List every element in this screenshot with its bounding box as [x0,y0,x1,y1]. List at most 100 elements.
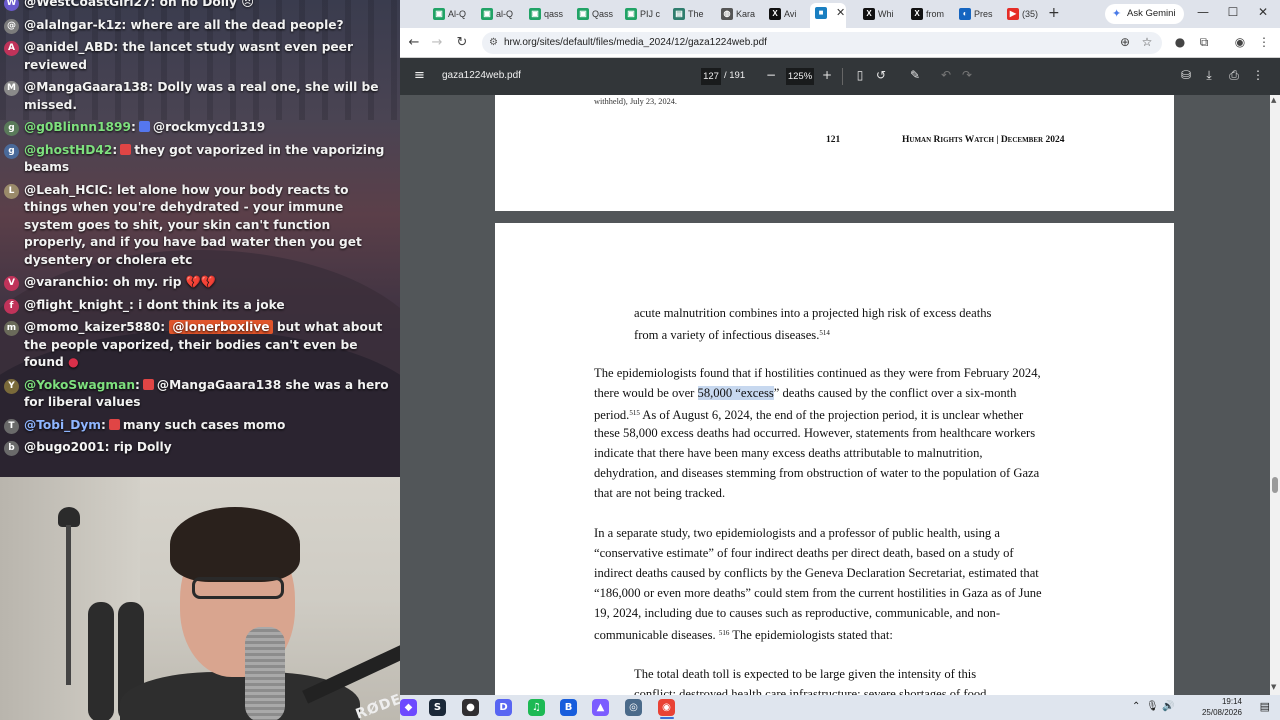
tab-label: Avi [784,9,797,19]
avatar: W [4,0,19,11]
scrollbar-thumb[interactable] [1272,477,1278,493]
browser-window: ▣ Al-Q ▣ al-Q ▣ qass ▣ Qass ▣ PIJ c ▤ The ◍ Kar… [400,0,1280,695]
annotate-pen-icon[interactable]: ✎ [906,68,924,82]
browser-tab[interactable]: ▣ qass [524,4,566,24]
sub-badge-icon [138,121,150,132]
tray-expand-icon[interactable]: ⌃ [1132,701,1140,712]
bitwarden-icon[interactable]: B [560,699,577,716]
pdf-page: acute malnutrition combines into a proje… [495,223,1174,695]
close-tab-icon[interactable]: ✕ [836,6,845,19]
sidebar-menu-icon[interactable]: ≡ [414,68,425,83]
avatar: L [4,183,19,199]
page-total: / 191 [724,70,746,81]
chat-username: @g0Blinnn1899 [24,120,131,134]
chat-message: g @ghostHD42: they got vaporized in the v… [0,140,400,180]
volume-icon[interactable]: 🔊 [1162,701,1174,712]
zoom-level-input[interactable]: 125% [786,68,814,85]
maximize-icon[interactable]: ☐ [1223,5,1243,19]
new-tab-plus-icon[interactable]: + [1048,5,1060,21]
browser-tab[interactable]: ▣ PIJ c [620,4,662,24]
footnote-ref[interactable]: 516 [719,629,730,637]
zoom-in-icon[interactable]: + [818,68,836,82]
tab-label: The [688,9,704,19]
zoom-out-icon[interactable]: − [762,68,780,82]
emote-icon: ● [68,355,79,369]
ask-gemini-button[interactable]: ✦ Ask Gemini [1105,4,1184,24]
redo-icon[interactable]: ↷ [958,68,976,82]
undo-icon[interactable]: ↶ [937,68,955,82]
browser-tab[interactable]: X Avi [764,4,806,24]
rotate-icon[interactable]: ↺ [872,68,890,82]
close-window-icon[interactable]: ✕ [1253,5,1273,19]
page-number-input[interactable]: 127 [701,68,721,85]
more-options-icon[interactable]: ⋮ [1249,68,1267,82]
back-arrow-icon[interactable]: ← [405,35,423,50]
text-span: communicable diseases. [594,628,716,642]
discord-icon[interactable]: D [495,699,512,716]
app2-icon[interactable]: ◎ [625,699,642,716]
mic-brand-label: RØDE [353,691,400,720]
download-icon[interactable]: ⤓ [1200,68,1218,83]
avatar: M [4,81,19,96]
browser-tab[interactable]: ▶ (35) [1002,4,1046,24]
avatar: f [4,298,19,314]
site-info-icon[interactable]: ⚙ [489,32,498,54]
scroll-down-arrow-icon[interactable]: ▼ [1271,683,1276,691]
guitar [88,602,114,720]
obs-icon[interactable]: ● [462,699,479,716]
tab-label: Al-Q [448,9,466,19]
system-tray: ⌃ 🎙 🔊 19:14 25/08/2026 ▤ [1132,695,1272,720]
tab-favicon-icon: ■ [815,7,827,19]
zoom-magnifier-icon[interactable]: ⊕ [1116,35,1134,49]
text-line: “conservative estimate” of four indirect… [594,546,1014,560]
chat-username: @anidel_ABD [24,40,114,54]
scrollbar[interactable]: ▲ ▼ [1270,95,1280,695]
gemini-star-icon: ✦ [1112,8,1122,20]
chat-message: W @WestCoastGirl27: on no Dolly 😞 [0,0,400,15]
chat-username: @flight_knight_ [24,297,129,312]
menu-dots-icon[interactable]: ⋮ [1255,35,1273,49]
text-span: period. [594,408,630,422]
forward-arrow-icon[interactable]: → [428,35,446,50]
footnote-ref[interactable]: 514 [819,329,830,337]
text-line: acute malnutrition combines into a proje… [634,306,992,320]
spotify-icon[interactable]: ♫ [528,699,545,716]
app-icon[interactable]: ▲ [592,699,609,716]
sub-badge-icon [142,378,154,390]
tab-favicon-icon: X [863,8,875,20]
browser-tab[interactable]: ▣ Qass [572,4,614,24]
ask-gemini-label: Ask Gemini [1127,8,1176,19]
chrome-icon[interactable]: ◉ [658,699,675,716]
taskbar: ◆ S ● D ♫ B ▲ ◎ ◉ ⌃ 🎙 🔊 19:14 25/08/2026 … [400,695,1280,720]
pdf-viewer[interactable]: withheld), July 23, 2024. 121 Human Righ… [400,95,1280,695]
clock[interactable]: 19:14 25/08/2026 [1192,696,1242,718]
browser-tab[interactable]: X Whi [858,4,900,24]
browser-tab[interactable]: Xfrom [906,4,950,24]
fit-page-icon[interactable]: ▯ [851,68,869,82]
drive-save-icon[interactable]: ⛁ [1177,68,1195,82]
active-app-indicator [660,717,674,719]
browser-tab[interactable]: ▣ Al-Q [428,4,470,24]
minimize-icon[interactable]: — [1193,5,1213,19]
chat-message: g @g0Blinnn1899: @rockmycd1319 [0,117,400,140]
extension-icon[interactable]: ● [1171,35,1189,49]
footnote-ref[interactable]: 515 [629,409,640,417]
browser-tab[interactable]: ▣ al-Q [476,4,518,24]
proton-icon[interactable]: ◆ [400,699,417,716]
microphone-icon[interactable]: 🎙 [1146,701,1159,712]
avatar: A [4,41,19,56]
steam-icon[interactable]: S [429,699,446,716]
scroll-up-arrow-icon[interactable]: ▲ [1271,96,1276,104]
extensions-puzzle-icon[interactable]: ⧉ [1195,35,1213,50]
print-icon[interactable]: ⎙ [1225,68,1243,83]
reload-icon[interactable]: ↻ [453,35,471,50]
browser-tab[interactable]: ◐ Pres [954,4,998,24]
browser-tab[interactable]: ▤ The [668,4,710,24]
profile-avatar-icon[interactable]: ◉ [1231,35,1249,49]
bookmark-star-icon[interactable]: ☆ [1138,35,1156,49]
block-quote: acute malnutrition combines into a proje… [634,303,991,343]
url-field[interactable]: ⚙ hrw.org/sites/default/files/media_2024/… [482,32,1162,54]
lamp-stand [66,525,71,685]
browser-tab[interactable]: ◍ Kara [716,4,758,24]
notifications-icon[interactable]: ▤ [1260,700,1270,713]
